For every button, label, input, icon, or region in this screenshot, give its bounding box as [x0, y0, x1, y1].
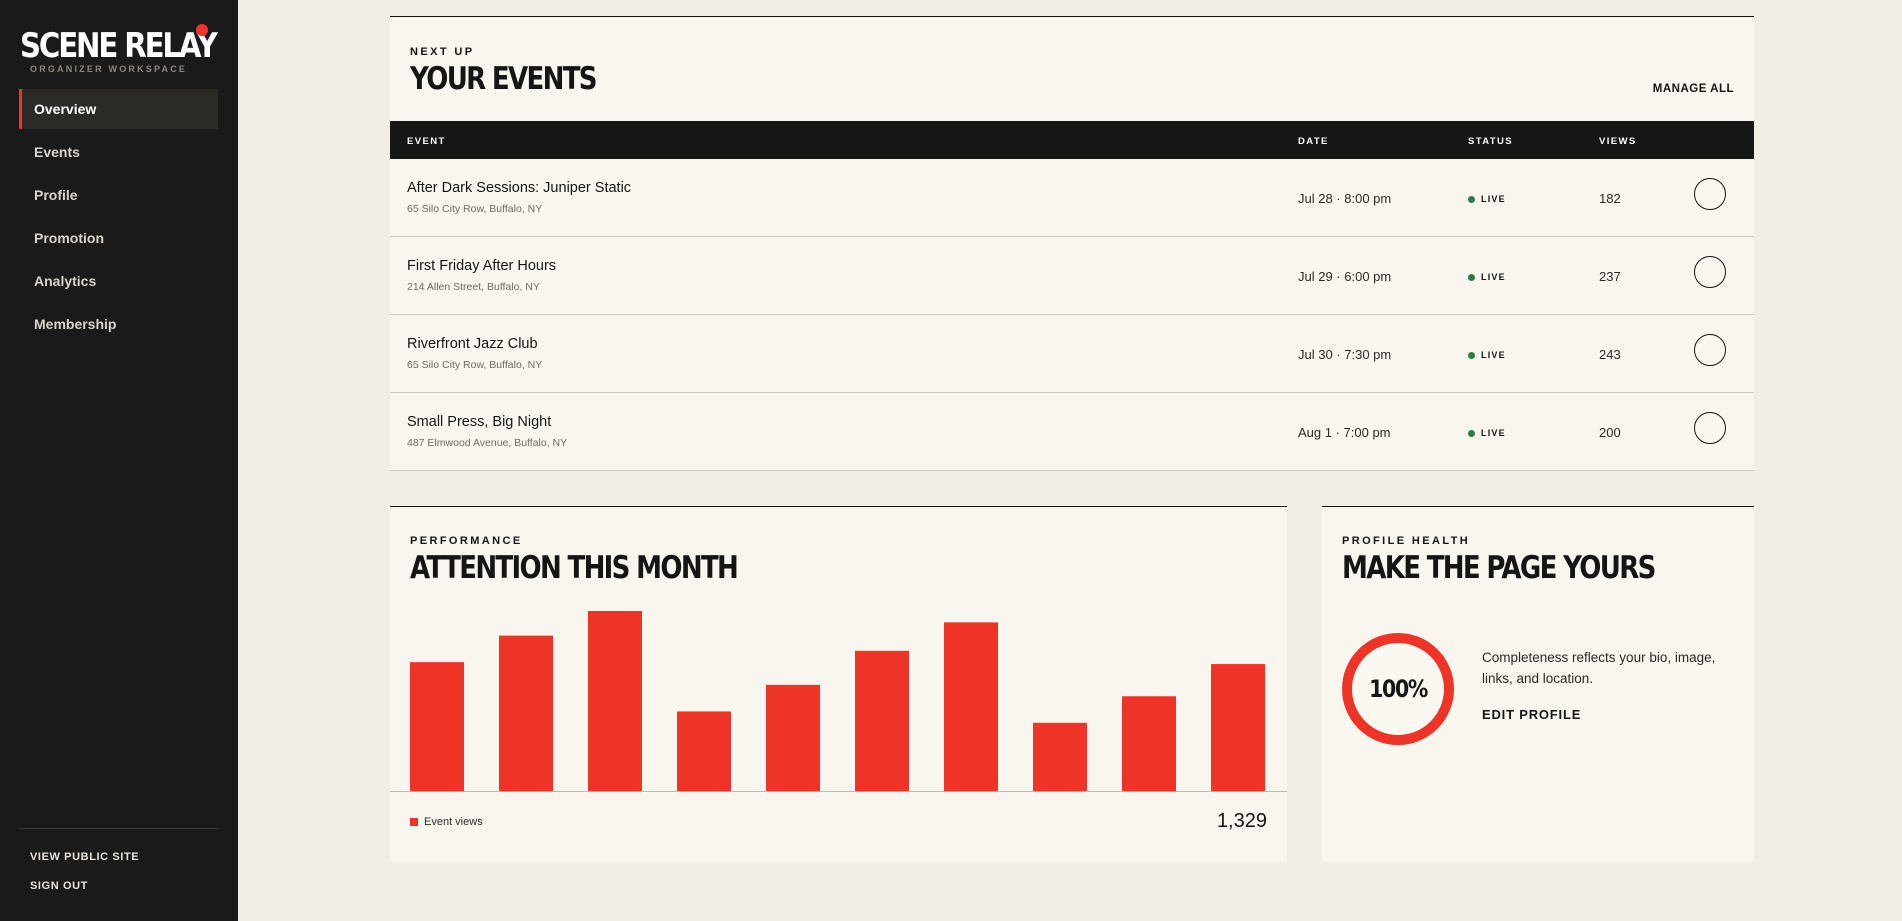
chart-bar	[855, 650, 909, 791]
status-badge: LIVE	[1468, 428, 1506, 438]
total-views: 1,329	[1216, 810, 1267, 832]
completeness-description: Completeness reflects your bio, image, l…	[1482, 650, 1716, 686]
event-views: 182	[1599, 191, 1621, 206]
column-header-event: EVENT	[407, 136, 446, 147]
health-title: MAKE THE PAGE YOURS	[1342, 550, 1656, 586]
event-name: First Friday After Hours	[407, 258, 557, 274]
legend-swatch-icon	[410, 818, 418, 826]
chart-bar	[677, 711, 731, 791]
chart-bar	[410, 662, 464, 791]
event-address: 65 Silo City Row, Buffalo, NY	[407, 359, 543, 371]
completeness-ring: 100%	[1342, 633, 1454, 745]
event-address: 65 Silo City Row, Buffalo, NY	[407, 203, 543, 215]
status-badge: LIVE	[1468, 350, 1506, 360]
event-date: Jul 29 · 6:00 pm	[1298, 269, 1392, 284]
event-views: 200	[1599, 425, 1621, 440]
sidebar-item-membership[interactable]: Membership	[19, 304, 218, 344]
live-dot-icon	[1468, 195, 1475, 203]
row-action-button[interactable]	[1694, 256, 1726, 288]
status-label: LIVE	[1481, 194, 1506, 204]
brand-subtitle: ORGANIZER WORKSPACE	[30, 64, 188, 74]
sidebar-item-analytics[interactable]: Analytics	[19, 261, 218, 301]
edit-profile-link[interactable]: EDIT PROFILE	[1482, 707, 1581, 722]
event-date: Jul 30 · 7:30 pm	[1298, 347, 1392, 362]
status-label: LIVE	[1481, 350, 1506, 360]
status-badge: LIVE	[1468, 194, 1506, 204]
chart-bar	[1122, 696, 1176, 791]
chart-bar	[588, 611, 642, 791]
live-dot-icon	[1468, 351, 1475, 359]
live-dot-icon	[1468, 273, 1475, 281]
completeness-percent: 100%	[1369, 675, 1428, 703]
sign-out-link[interactable]: SIGN OUT	[30, 880, 88, 892]
sidebar-item-profile[interactable]: Profile	[19, 175, 218, 215]
events-eyebrow: NEXT UP	[410, 46, 475, 58]
event-views: 243	[1599, 347, 1621, 362]
events-table-header: EVENT DATE STATUS VIEWS	[390, 121, 1754, 159]
event-address: 214 Allen Street, Buffalo, NY	[407, 281, 540, 293]
sidebar-item-overview[interactable]: Overview	[19, 89, 218, 129]
table-row[interactable]: After Dark Sessions: Juniper Static 65 S…	[390, 159, 1754, 237]
event-date: Aug 1 · 7:00 pm	[1298, 425, 1391, 440]
event-name: Small Press, Big Night	[407, 414, 552, 430]
row-action-button[interactable]	[1694, 412, 1726, 444]
health-eyebrow: PROFILE HEALTH	[1342, 535, 1471, 547]
event-address: 487 Elmwood Avenue, Buffalo, NY	[407, 437, 568, 449]
column-header-status: STATUS	[1468, 136, 1513, 147]
brand-dot-icon	[196, 24, 208, 36]
live-dot-icon	[1468, 429, 1475, 437]
event-views: 237	[1599, 269, 1621, 284]
event-name: After Dark Sessions: Juniper Static	[407, 180, 632, 196]
chart-bar	[1211, 664, 1265, 791]
events-panel: NEXT UP YOUR EVENTS MANAGE ALL EVENT DAT…	[390, 16, 1754, 471]
column-header-date: DATE	[1298, 136, 1329, 147]
sidebar: SCENE RELAY ORGANIZER WORKSPACE Overview…	[0, 0, 238, 921]
sidebar-divider	[19, 828, 218, 829]
sidebar-nav: Overview Events Profile Promotion Analyt…	[19, 89, 218, 347]
manage-all-link[interactable]: MANAGE ALL	[1653, 83, 1734, 95]
table-row[interactable]: Riverfront Jazz Club 65 Silo City Row, B…	[390, 315, 1754, 393]
event-name: Riverfront Jazz Club	[407, 336, 538, 352]
performance-panel: PERFORMANCE ATTENTION THIS MONTH Event v…	[390, 506, 1287, 862]
profile-health-panel: PROFILE HEALTH MAKE THE PAGE YOURS 100% …	[1322, 506, 1754, 862]
view-public-site-link[interactable]: VIEW PUBLIC SITE	[30, 851, 139, 863]
brand-logo[interactable]: SCENE RELAY	[20, 26, 247, 66]
sidebar-item-events[interactable]: Events	[19, 132, 218, 172]
chart-bar	[499, 635, 553, 791]
chart-legend: Event views	[410, 816, 483, 828]
column-header-views: VIEWS	[1599, 136, 1637, 147]
status-label: LIVE	[1481, 272, 1506, 282]
status-badge: LIVE	[1468, 272, 1506, 282]
attention-bar-chart	[390, 611, 1287, 792]
table-row[interactable]: Small Press, Big Night 487 Elmwood Avenu…	[390, 393, 1754, 471]
row-action-button[interactable]	[1694, 178, 1726, 210]
row-action-button[interactable]	[1694, 334, 1726, 366]
legend-label: Event views	[424, 816, 483, 828]
chart-bar	[766, 684, 820, 791]
chart-bar	[1033, 722, 1087, 791]
status-label: LIVE	[1481, 428, 1506, 438]
chart-bar	[944, 622, 998, 791]
brand-name: SCENE RELAY	[20, 26, 218, 66]
sidebar-item-promotion[interactable]: Promotion	[19, 218, 218, 258]
table-row[interactable]: First Friday After Hours 214 Allen Stree…	[390, 237, 1754, 315]
event-date: Jul 28 · 8:00 pm	[1298, 191, 1392, 206]
events-title: YOUR EVENTS	[410, 61, 598, 97]
